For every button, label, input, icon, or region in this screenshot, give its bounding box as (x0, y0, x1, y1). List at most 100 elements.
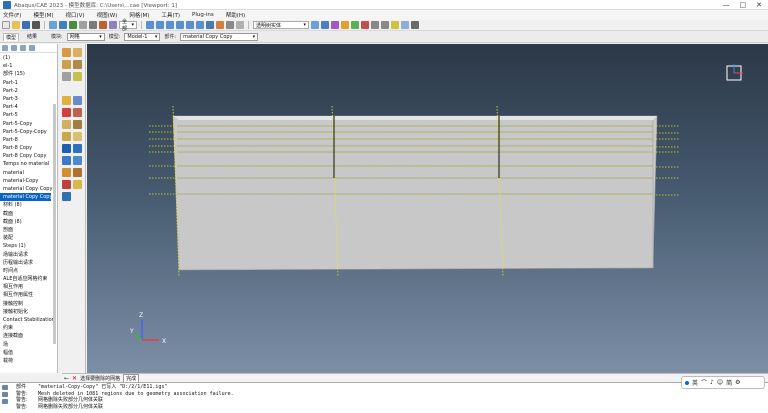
reset-view-icon[interactable] (401, 21, 409, 29)
seed-edges-icon[interactable] (73, 48, 82, 57)
tree-item[interactable]: 幅值 (0, 349, 57, 357)
mesh-part-icon[interactable] (62, 60, 71, 69)
front-view-icon[interactable] (146, 21, 154, 29)
left-view-icon[interactable] (166, 21, 174, 29)
select-arrow-icon[interactable] (49, 21, 57, 29)
edit-mesh-icon[interactable] (62, 132, 71, 141)
repair-icon[interactable] (62, 180, 71, 189)
tree-item[interactable]: 相互作用属性 (0, 291, 57, 299)
tree-item[interactable]: Steps (1) (0, 242, 57, 250)
tree-item[interactable]: 装配 (0, 234, 57, 242)
datum-csys-icon[interactable] (73, 156, 82, 165)
menu-plugins[interactable]: Plug-ins (192, 12, 214, 18)
pan-icon[interactable] (59, 21, 67, 29)
module-select[interactable]: 网格 ▾ (66, 32, 105, 41)
viewport[interactable]: Z X Y (87, 44, 768, 373)
box-zoom-icon[interactable] (89, 21, 97, 29)
tree-item[interactable]: 时间点 (0, 267, 57, 275)
tree-scrollbar[interactable] (53, 104, 56, 344)
tree-item[interactable]: Part-5-Copy-Copy (0, 128, 57, 136)
tree-item[interactable]: ALE自适应网格约束 (0, 275, 57, 283)
tree-item[interactable]: 接触初始化 (0, 308, 57, 316)
hidden-line-icon[interactable] (236, 21, 244, 29)
tree-item[interactable]: 接触控制 (0, 300, 57, 308)
tree-item[interactable]: Part-4 (0, 103, 57, 111)
tree-item[interactable]: material-Copy (0, 177, 57, 185)
tree-filter-icon[interactable] (2, 45, 8, 51)
zoom-icon[interactable] (79, 21, 87, 29)
tree-item[interactable]: 连接截面 (0, 332, 57, 340)
tree-item[interactable]: Part-5 (0, 111, 57, 119)
mesh-controls-icon[interactable] (73, 72, 82, 81)
virtual-topology-icon[interactable] (73, 120, 82, 129)
message-tab-icon[interactable] (2, 385, 8, 390)
save-icon[interactable] (22, 21, 30, 29)
zoom-select[interactable]: 全部 ▾ (119, 19, 137, 32)
clear-icon[interactable] (2, 399, 8, 404)
partition-edge-icon[interactable] (62, 120, 71, 129)
tree-item[interactable]: Part-3 (0, 95, 57, 103)
delete-mesh-icon[interactable] (62, 72, 71, 81)
add-icon[interactable] (351, 21, 359, 29)
tree-item[interactable]: 相互作用 (0, 283, 57, 291)
ime-voice-icon[interactable]: ♪ (710, 379, 714, 386)
tree-item[interactable]: 剖面 (0, 226, 57, 234)
tree-item[interactable]: 约束 (0, 324, 57, 332)
menu-file[interactable]: 文件(F) (3, 11, 21, 19)
query-icon[interactable] (391, 21, 399, 29)
associate-icon[interactable] (73, 180, 82, 189)
right-view-icon[interactable] (176, 21, 184, 29)
viewport-icon[interactable] (411, 21, 419, 29)
close-button[interactable]: ✕ (756, 1, 762, 9)
tree-collapse-icon[interactable] (20, 45, 26, 51)
tree-item[interactable]: Contact Stabilization (0, 316, 57, 324)
tree-item[interactable]: Part-8 (0, 136, 57, 144)
replace-icon[interactable] (341, 21, 349, 29)
python-tab-icon[interactable] (2, 392, 8, 397)
back-arrow-icon[interactable]: ← (64, 375, 69, 382)
undo-icon[interactable] (371, 21, 379, 29)
auto-fit-icon[interactable] (99, 21, 107, 29)
print-icon[interactable] (32, 21, 40, 29)
tree-item[interactable]: 场 (0, 341, 57, 349)
tree-item[interactable]: 截面 (0, 210, 57, 218)
ime-lang-toggle[interactable]: 英 (692, 378, 698, 387)
tree-item[interactable]: Part-8 Copy Copy (0, 152, 57, 160)
verify-mesh-icon[interactable] (73, 96, 82, 105)
cancel-x-icon[interactable]: ✕ (72, 375, 77, 382)
cycle-view-icon[interactable] (109, 21, 117, 29)
tree-item[interactable]: material Copy Copy (0, 193, 52, 202)
ime-emoji-icon[interactable]: ☺ (717, 379, 723, 386)
tree-expand-icon[interactable] (11, 45, 17, 51)
menu-view[interactable]: 视图(W) (97, 11, 118, 19)
tree-item[interactable]: 截面 (8) (0, 218, 57, 226)
tree-item[interactable]: material (0, 169, 57, 177)
mesh-stats-icon[interactable] (73, 168, 82, 177)
color-code-icon[interactable] (321, 21, 329, 29)
plate-part[interactable] (148, 105, 680, 277)
top-view-icon[interactable] (186, 21, 194, 29)
datum-plane-icon[interactable] (62, 156, 71, 165)
menu-tools[interactable]: 工具(T) (161, 11, 180, 19)
open-folder-icon[interactable] (12, 21, 20, 29)
tree-item[interactable]: 历程输出请求 (0, 259, 57, 267)
tree-item[interactable]: 载荷 (0, 357, 57, 365)
render-style-icon[interactable] (216, 21, 224, 29)
mesh-region-icon[interactable] (73, 60, 82, 69)
ime-simplified-toggle[interactable]: 简 (726, 378, 732, 387)
element-type-icon[interactable] (62, 96, 71, 105)
tab-model[interactable]: 模型 (3, 32, 20, 41)
tree-item[interactable]: material Copy Copy (0, 185, 57, 193)
tree-item[interactable]: 场输出请求 (0, 251, 57, 259)
maximize-button[interactable]: □ (740, 1, 747, 9)
tree-item[interactable]: Part-2 (0, 87, 57, 95)
rotate-icon[interactable] (69, 21, 77, 29)
minimize-button[interactable]: — (723, 1, 730, 9)
datum-point-icon[interactable] (62, 144, 71, 153)
menu-model[interactable]: 模型(M) (33, 11, 53, 19)
tree-item[interactable]: (1) (0, 54, 57, 62)
menu-help[interactable]: 帮助(H) (226, 11, 245, 19)
back-view-icon[interactable] (156, 21, 164, 29)
query-geometry-icon[interactable] (62, 168, 71, 177)
partition-cell-icon[interactable] (62, 108, 71, 117)
